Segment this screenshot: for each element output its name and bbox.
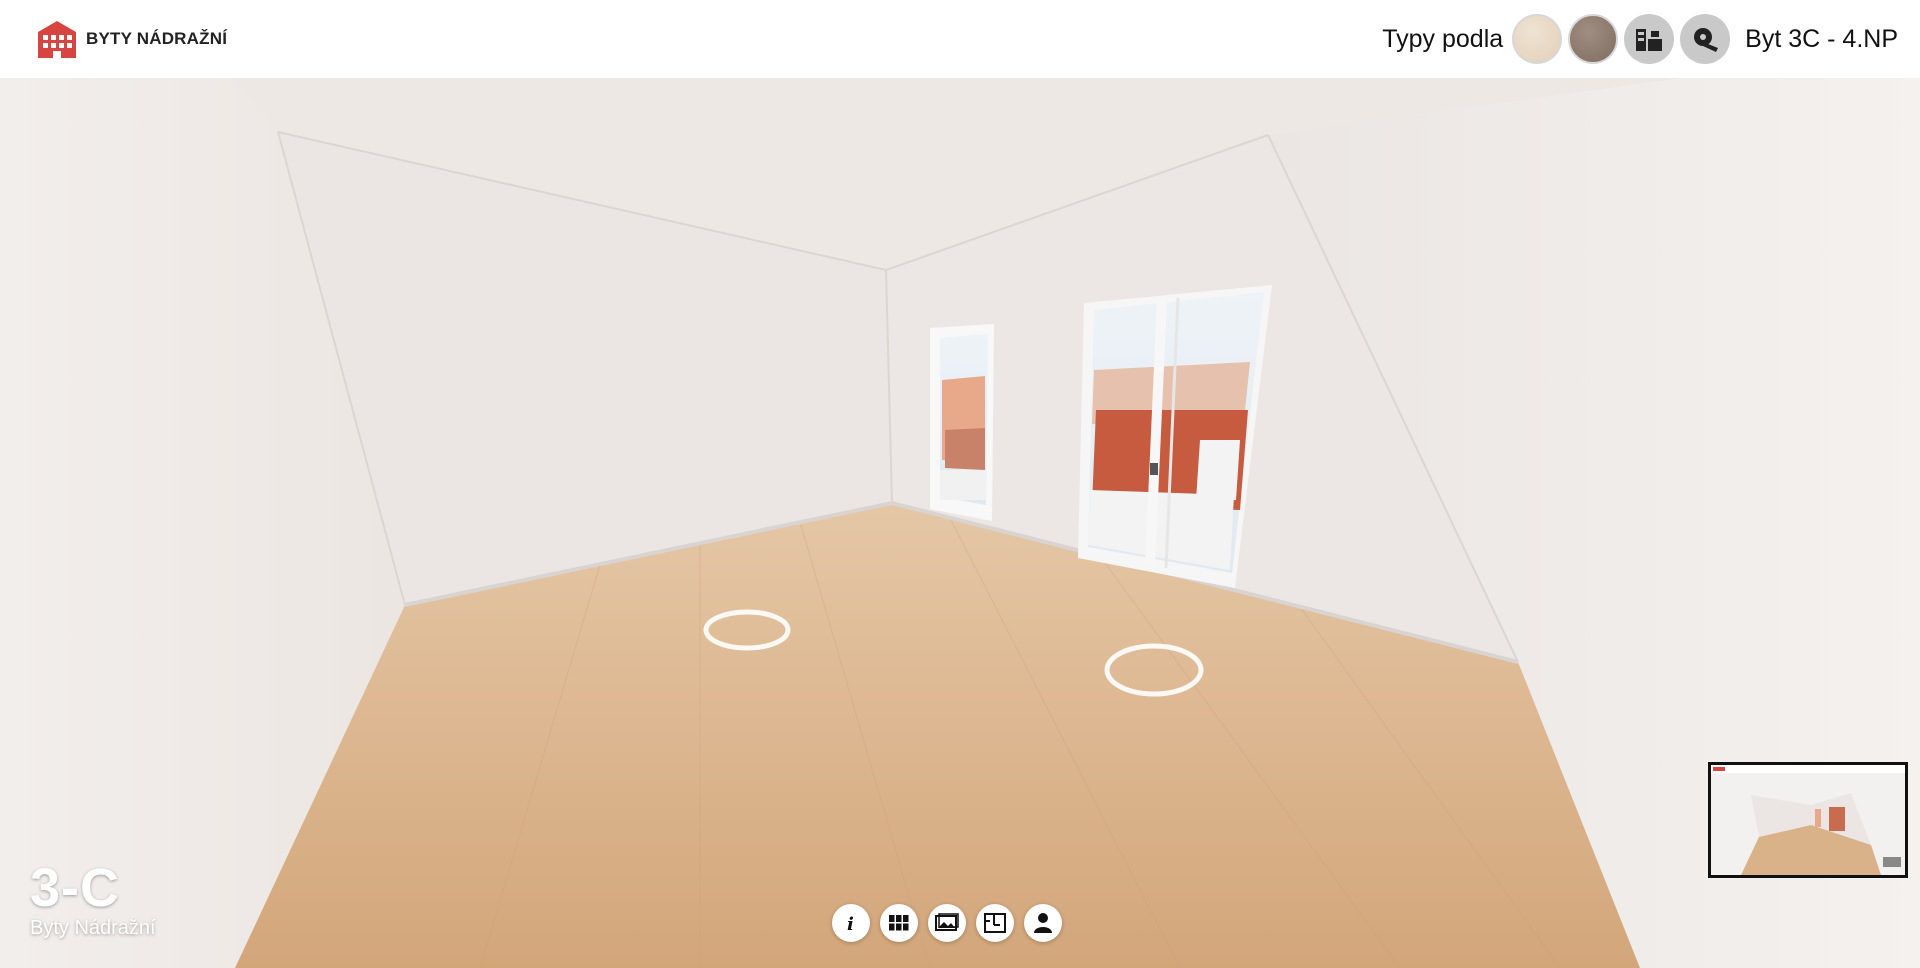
contact-icon xyxy=(1034,913,1052,933)
unit-title: Byt 3C - 4.NP xyxy=(1745,24,1898,53)
gallery-button[interactable] xyxy=(928,904,966,942)
building-logo-icon xyxy=(38,21,76,58)
furniture-icon xyxy=(1636,29,1663,51)
info-button[interactable]: i xyxy=(832,904,870,942)
top-bar: BYTY NÁDRAŽNÍ Typy podla Byt 3C - 4.NP xyxy=(0,0,1920,78)
svg-text:i: i xyxy=(847,914,854,933)
light-wood-swatch[interactable] xyxy=(1512,14,1563,64)
dark-wood-swatch[interactable] xyxy=(1568,14,1619,64)
minimap-thumbnail[interactable] xyxy=(1708,762,1908,878)
gallery-icon xyxy=(935,913,959,931)
logo[interactable]: BYTY NÁDRAŽNÍ xyxy=(34,18,227,60)
measure-button[interactable] xyxy=(1680,14,1731,64)
grid-icon xyxy=(889,915,909,931)
header-controls: Typy podla Byt 3C - 4.NP xyxy=(1382,14,1898,64)
grid-button[interactable] xyxy=(880,904,918,942)
furniture-button[interactable] xyxy=(1624,14,1675,64)
project-name: Byty Nádražní xyxy=(30,917,156,939)
unit-badge: 3-C Byty Nádražní xyxy=(30,860,156,940)
window-small xyxy=(930,324,994,521)
panorama-view[interactable] xyxy=(0,78,1920,968)
info-icon: i xyxy=(847,914,854,933)
measure-tape-icon xyxy=(1694,28,1719,52)
floorplan-button[interactable] xyxy=(976,904,1014,942)
floorplan-icon xyxy=(984,913,1006,933)
types-label: Typy podla xyxy=(1382,24,1504,53)
contact-button[interactable] xyxy=(1024,904,1062,942)
logo-text: BYTY NÁDRAŽNÍ xyxy=(86,29,228,48)
bottom-toolbar: i xyxy=(832,904,1062,942)
unit-code: 3-C xyxy=(30,858,121,918)
